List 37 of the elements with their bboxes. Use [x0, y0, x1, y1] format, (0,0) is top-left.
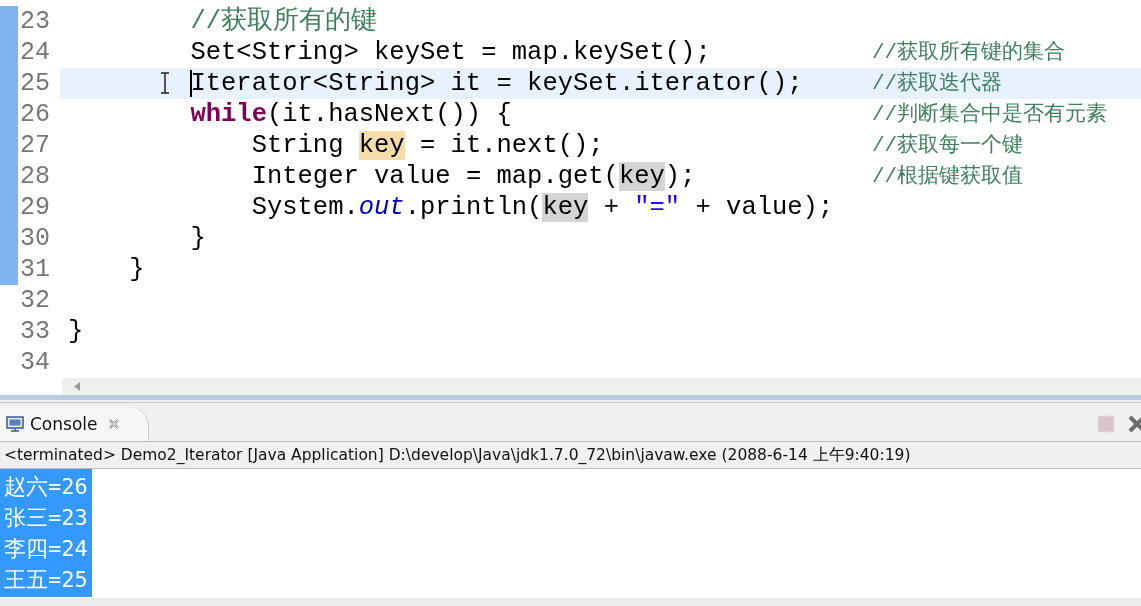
code-line: Iterator<String> it = keySet.iterator(); — [190, 68, 803, 99]
console-tab[interactable]: Console — [0, 407, 149, 441]
line-number: 28 — [19, 161, 51, 192]
line-number: 32 — [19, 285, 51, 316]
line-number: 34 — [19, 347, 51, 378]
horizontal-scrollbar[interactable] — [0, 598, 1141, 606]
code-line: Set<String> keySet = map.keySet(); — [190, 37, 711, 68]
line-number: 33 — [19, 316, 51, 347]
text-cursor-icon — [160, 72, 170, 94]
console-output: 赵六=26 张三=23 李四=24 王五=25 — [0, 469, 92, 597]
code-line: while(it.hasNext()) { — [190, 99, 512, 130]
monitor-icon — [6, 416, 24, 432]
horizontal-scrollbar[interactable] — [62, 378, 1141, 395]
code-line: Integer value = map.get(key); — [251, 161, 696, 192]
line-number: 29 — [19, 192, 51, 223]
close-icon[interactable] — [107, 418, 120, 430]
line-number: 31 — [19, 254, 51, 285]
scroll-left-icon[interactable] — [74, 382, 81, 391]
code-comment: //判断集合中是否有元素 — [872, 101, 1108, 128]
line-number: 27 — [19, 130, 51, 161]
line-number: 24 — [19, 37, 51, 68]
line-number: 25 — [19, 68, 51, 99]
line-number: 26 — [19, 99, 51, 130]
line-number: 30 — [19, 223, 51, 254]
code-comment: //获取所有键的集合 — [872, 39, 1066, 66]
line-number: 23 — [19, 6, 51, 37]
code-line: System.out.println(key + "=" + value); — [251, 192, 834, 223]
code-line: } — [129, 254, 145, 285]
console-status: <terminated> Demo2_Iterator [Java Application] D:\develop\Java\jdk1.7.0_72\bin\javaw.exe (2088-6-14 上午9:40:19) — [0, 441, 1141, 469]
code-line: } — [68, 316, 84, 347]
code-line: } — [190, 223, 206, 254]
code-line: //获取所有的键 — [190, 6, 378, 37]
remove-launch-icon[interactable] — [1127, 414, 1141, 434]
code-comment: //获取迭代器 — [872, 70, 1003, 97]
code-comment: //根据键获取值 — [872, 163, 1024, 190]
code-line: String key = it.next(); — [251, 130, 604, 161]
code-comment: //获取每一个键 — [872, 132, 1024, 159]
